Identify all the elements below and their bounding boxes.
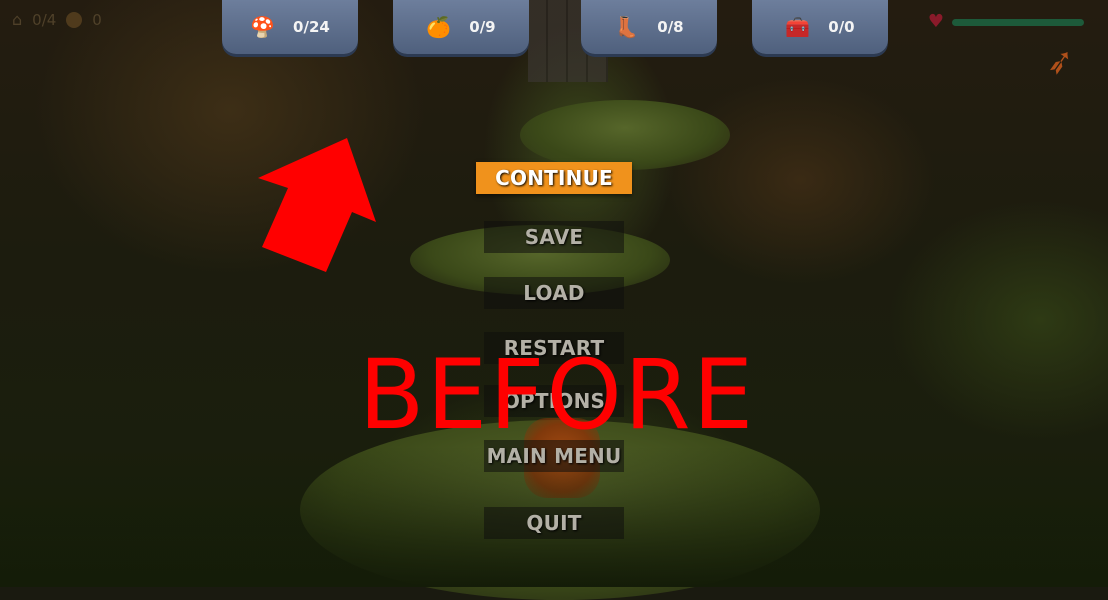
heart-icon: ♥	[927, 11, 944, 32]
before-label: BEFORE	[358, 339, 756, 451]
orange-counter-tab: 🍊 0/9	[393, 0, 529, 54]
save-button[interactable]: SAVE	[484, 221, 624, 253]
mushroom-count: 0/24	[293, 18, 330, 36]
house-icon: ⌂	[12, 10, 23, 29]
treasure-chest-icon: 🧰	[785, 15, 811, 39]
orange-count: 0/9	[469, 18, 496, 36]
health-bar	[952, 18, 1084, 26]
red-arrow-annotation	[258, 138, 376, 272]
boot-count: 0/8	[657, 18, 684, 36]
coin-icon	[66, 11, 83, 28]
lives-counter: 0/4	[32, 10, 57, 29]
mushroom-counter-tab: 🍄 0/24	[222, 0, 358, 54]
health-display: ♥	[928, 13, 1084, 31]
load-button[interactable]: LOAD	[484, 277, 624, 309]
hud-top-left: ⌂ 0/4 0	[12, 10, 102, 29]
grass-platform-top	[520, 100, 730, 170]
mushroom-icon: 🍄	[250, 15, 276, 39]
orange-fruit-icon: 🍊	[426, 15, 452, 39]
coin-counter: 0	[92, 10, 102, 29]
continue-button[interactable]: CONTINUE	[476, 162, 632, 194]
chest-count: 0/0	[828, 18, 855, 36]
boot-icon: 👢	[614, 15, 640, 39]
quit-button[interactable]: QUIT	[484, 507, 624, 539]
boot-counter-tab: 👢 0/8	[581, 0, 717, 54]
chest-counter-tab: 🧰 0/0	[752, 0, 888, 54]
